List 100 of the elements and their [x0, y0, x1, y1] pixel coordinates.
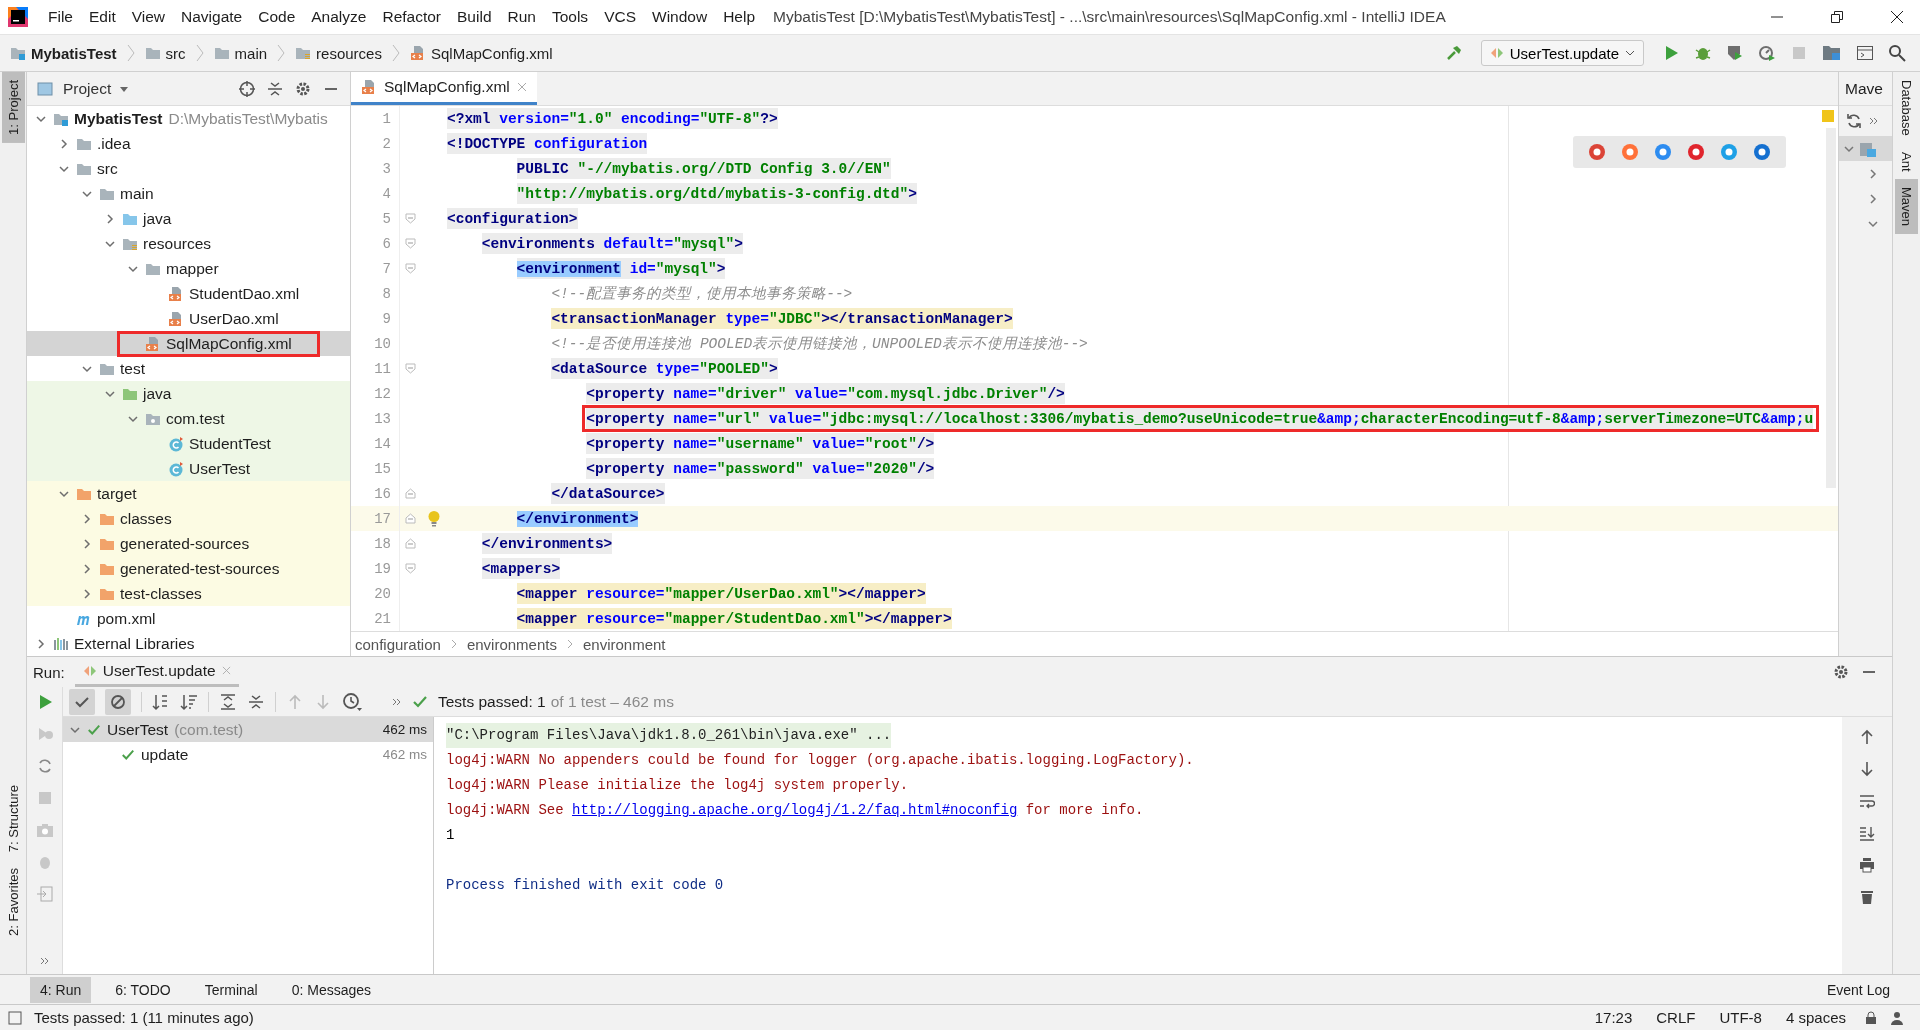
tree-item[interactable]: MybatisTest D:\MybatisTest\Mybatis	[27, 106, 350, 131]
editor-tab[interactable]: SqlMapConfig.xml	[351, 72, 537, 105]
tool-window-tab[interactable]: 1: Project	[1, 72, 25, 143]
tool-window-tab[interactable]: 2: Favorites	[1, 860, 25, 944]
tree-item[interactable]: generated-test-sources	[27, 556, 350, 581]
run-configuration-dropdown[interactable]: UserTest.update	[1480, 40, 1644, 66]
more-icon[interactable]	[39, 956, 50, 966]
tree-item[interactable]: .idea	[27, 131, 350, 156]
crosshair-icon[interactable]	[238, 79, 256, 98]
tree-item[interactable]: target	[27, 481, 350, 506]
status-item[interactable]: CRLF	[1650, 1009, 1702, 1026]
menu-item[interactable]: Code	[250, 8, 304, 26]
fold-marker-icon[interactable]	[405, 238, 416, 249]
menu-item[interactable]: Edit	[81, 8, 124, 26]
fold-marker-icon[interactable]	[405, 538, 416, 549]
breadcrumb-item[interactable]: environments	[466, 635, 557, 653]
folder-icon[interactable]	[1822, 44, 1842, 62]
tree-item[interactable]: SqlMapConfig.xml	[27, 331, 350, 356]
tree-item[interactable]: java	[27, 381, 350, 406]
breadcrumb-item[interactable]: environment	[582, 635, 666, 653]
breadcrumb-item[interactable]: main	[234, 44, 268, 62]
more-icon[interactable]	[1869, 116, 1879, 126]
tool-window-tab[interactable]: 4: Run	[30, 976, 92, 1003]
menu-item[interactable]: Help	[715, 8, 764, 26]
menu-item[interactable]: View	[123, 8, 174, 26]
fold-marker-icon[interactable]	[405, 213, 416, 224]
tree-item[interactable]: main	[27, 181, 350, 206]
event-log-button[interactable]: Event Log	[1816, 976, 1900, 1003]
collapse-all-icon[interactable]	[266, 79, 284, 98]
tree-item[interactable]: StudentDao.xml	[27, 281, 350, 306]
lock-icon[interactable]	[1864, 1010, 1878, 1025]
tool-window-tab[interactable]: Terminal	[194, 976, 268, 1003]
tree-item[interactable]: generated-sources	[27, 531, 350, 556]
tree-item[interactable]: java	[27, 206, 350, 231]
window-icon[interactable]	[1856, 44, 1874, 62]
status-item[interactable]: 4 spaces	[1779, 1009, 1852, 1026]
history-icon[interactable]	[342, 691, 362, 712]
soft-wrap-icon[interactable]	[1859, 793, 1875, 809]
menu-item[interactable]: Run	[499, 8, 544, 26]
sort-alphabetically-icon[interactable]	[152, 692, 170, 711]
fold-marker-icon[interactable]	[405, 563, 416, 574]
tool-window-tab[interactable]: Maven	[1895, 179, 1918, 235]
sort-by-duration-icon[interactable]	[180, 692, 198, 711]
settings-icon[interactable]	[1832, 663, 1850, 681]
tool-window-tab[interactable]: 7: Structure	[1, 776, 25, 861]
tree-item[interactable]: classes	[27, 506, 350, 531]
menu-item[interactable]: Refactor	[374, 8, 450, 26]
lightbulb-icon[interactable]	[427, 509, 441, 528]
search-icon[interactable]	[1888, 44, 1906, 62]
shield-run-icon[interactable]	[1726, 44, 1744, 62]
menu-item[interactable]: Navigate	[173, 8, 251, 26]
close-icon[interactable]	[1890, 10, 1904, 24]
breadcrumb-item[interactable]: MybatisTest	[31, 44, 117, 62]
menu-item[interactable]: VCS	[596, 8, 644, 26]
down-arrow-icon[interactable]	[1859, 761, 1875, 777]
tree-item[interactable]: test-classes	[27, 581, 350, 606]
run-tab[interactable]: UserTest.update	[74, 657, 239, 687]
fold-marker-icon[interactable]	[405, 488, 416, 499]
console-link[interactable]: http://logging.apache.org/log4j/1.2/faq.html#noconfig	[572, 802, 1018, 818]
refresh-icon[interactable]	[1845, 112, 1863, 130]
breadcrumb-item[interactable]: src	[165, 44, 186, 62]
tree-item[interactable]: pom.xml	[27, 606, 350, 631]
trash-icon[interactable]	[1859, 889, 1875, 905]
tree-item[interactable]: resources	[27, 231, 350, 256]
menu-item[interactable]: Build	[449, 8, 500, 26]
tree-item[interactable]: UserTest	[27, 456, 350, 481]
tree-item[interactable]: test	[27, 356, 350, 381]
project-view-dropdown[interactable]: Project	[63, 79, 130, 98]
menu-item[interactable]: Tools	[543, 8, 597, 26]
breadcrumb-item[interactable]: SqlMapConfig.xml	[430, 44, 553, 62]
print-icon[interactable]	[1859, 857, 1875, 873]
more-icon[interactable]	[392, 696, 402, 707]
menu-item[interactable]: Window	[644, 8, 716, 26]
scroll-to-end-icon[interactable]	[1859, 825, 1875, 841]
tree-item[interactable]: External Libraries	[27, 631, 350, 656]
fold-marker-icon[interactable]	[405, 513, 416, 524]
show-ignored-toggle[interactable]	[105, 688, 131, 715]
breadcrumb-item[interactable]: configuration	[355, 635, 441, 653]
test-tree-item[interactable]: update 462 ms	[63, 742, 433, 767]
tree-item[interactable]: mapper	[27, 256, 350, 281]
tree-item[interactable]: StudentTest	[27, 431, 350, 456]
menu-item[interactable]: Analyze	[303, 8, 375, 26]
breadcrumb-item[interactable]: resources	[316, 44, 382, 62]
tool-window-tab[interactable]: 0: Messages	[281, 976, 382, 1003]
tree-item[interactable]: UserDao.xml	[27, 306, 350, 331]
status-item[interactable]: UTF-8	[1713, 1009, 1768, 1026]
tool-window-tab[interactable]: Ant	[1895, 143, 1918, 180]
test-tree-item[interactable]: UserTest (com.test) 462 ms	[63, 717, 433, 742]
show-passed-toggle[interactable]	[69, 688, 95, 715]
tool-window-tab[interactable]: 6: TODO	[105, 976, 181, 1003]
fold-marker-icon[interactable]	[405, 363, 416, 374]
person-icon[interactable]	[1890, 1010, 1904, 1025]
status-item[interactable]: 17:23	[1588, 1009, 1639, 1026]
restore-icon[interactable]	[1830, 10, 1844, 24]
tool-window-tab[interactable]: Database	[1895, 72, 1918, 144]
up-arrow-icon[interactable]	[1859, 729, 1875, 745]
tree-item[interactable]: src	[27, 156, 350, 181]
tree-item[interactable]: com.test	[27, 406, 350, 431]
gauge-icon[interactable]	[1758, 44, 1776, 62]
menu-item[interactable]: File	[40, 8, 81, 26]
